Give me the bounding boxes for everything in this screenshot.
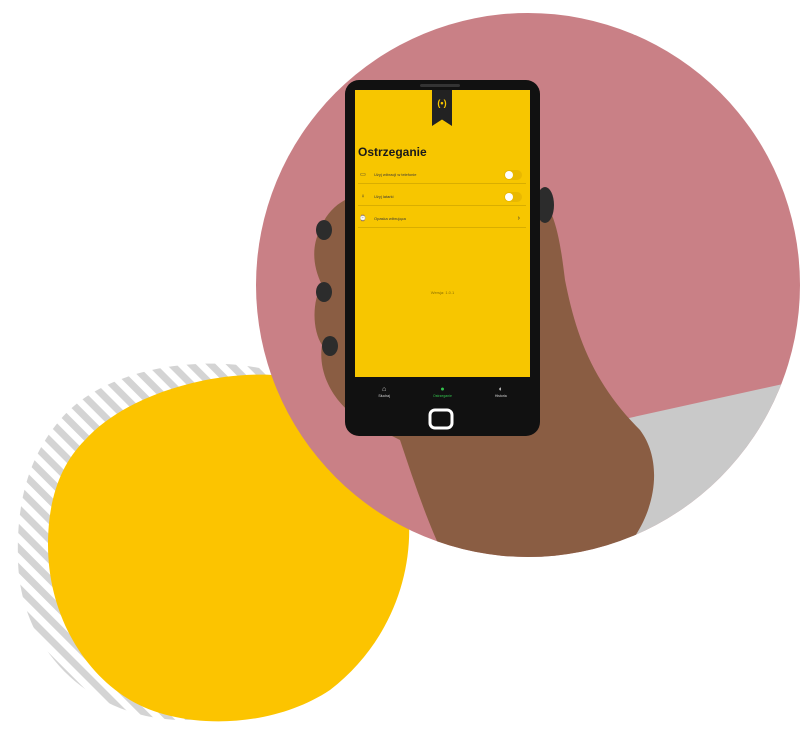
nav-item-alerts[interactable]: ● Ostrzeganie <box>417 386 467 398</box>
setting-row-flashlight[interactable]: ♀ Użyj latarki <box>358 188 526 206</box>
phone-screen: (•) Ostrzeganie ▭ Użyj wibracji w telefo… <box>355 90 530 406</box>
setting-label: Opaska wibrująca <box>374 216 406 221</box>
setting-row-vibration[interactable]: ▭ Użyj wibracji w telefonie <box>358 166 526 184</box>
fingernail <box>316 220 332 240</box>
bottom-nav: ⌂ Słuchaj ● Ostrzeganie ◐ Historia <box>355 377 530 406</box>
broadcast-icon: (•) <box>437 98 447 108</box>
fingernail <box>316 282 332 302</box>
nav-item-listen[interactable]: ⌂ Słuchaj <box>359 386 409 398</box>
setting-label: Użyj wibracji w telefonie <box>374 172 417 177</box>
nav-item-history[interactable]: ◐ Historia <box>476 386 526 398</box>
nav-label: Ostrzeganie <box>433 393 452 398</box>
vibration-icon: ▭ <box>360 172 366 178</box>
nav-label: Historia <box>494 393 507 398</box>
page-title: Ostrzeganie <box>358 145 427 159</box>
settings-icon: ● <box>440 385 445 393</box>
chevron-right-icon: › <box>517 215 520 222</box>
flashlight-icon: ♀ <box>360 193 366 200</box>
setting-row-band[interactable]: ⌚ Opaska wibrująca › <box>358 210 526 228</box>
nav-label: Słuchaj <box>378 393 390 398</box>
phone-speaker <box>420 84 460 87</box>
app-badge: (•) <box>432 90 452 126</box>
home-icon: ⌂ <box>382 385 387 393</box>
history-icon: ◐ <box>498 385 503 393</box>
setting-label: Użyj latarki <box>374 194 394 199</box>
watch-icon: ⌚ <box>359 216 367 222</box>
fingernail <box>322 336 338 356</box>
vibration-toggle[interactable] <box>504 169 522 180</box>
screen-header: (•) <box>355 90 530 132</box>
version-text: Wersja: 1.0.1 <box>430 290 455 295</box>
flashlight-toggle[interactable] <box>504 191 522 202</box>
